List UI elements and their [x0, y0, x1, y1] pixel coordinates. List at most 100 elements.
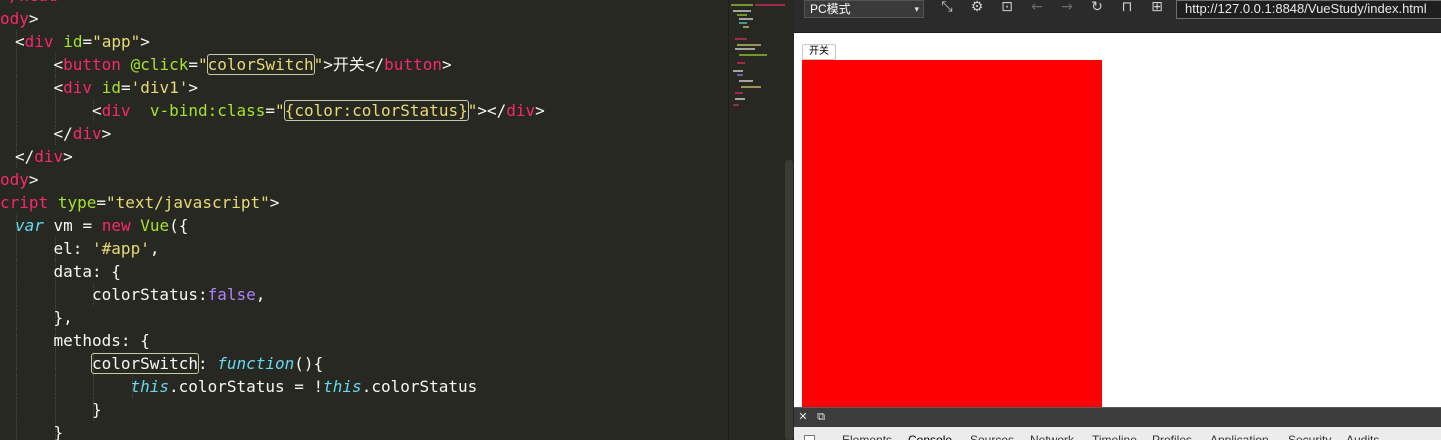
code-line[interactable]: ody>	[0, 168, 545, 191]
minimap-line	[733, 70, 743, 72]
code-line[interactable]: data: {	[0, 260, 545, 283]
code-token: }	[53, 423, 64, 440]
devtools-tab-sources[interactable]: Sources	[970, 433, 1014, 440]
code-line-text: cript type="text/javascript">	[0, 193, 279, 212]
code-line[interactable]: <div v-bind:class="{color:colorStatus}">…	[0, 99, 545, 122]
code-token: id	[101, 78, 121, 97]
code-line-text: methods: {	[54, 331, 150, 350]
devtools-tab-security[interactable]: Security	[1288, 433, 1331, 440]
minimap-line	[735, 92, 743, 94]
code-line[interactable]: ody>	[0, 7, 545, 30]
minimap-line	[741, 86, 761, 88]
code-line-text: this.colorStatus = !this.colorStatus	[131, 377, 478, 396]
minimap-line	[743, 26, 749, 28]
indent-guide	[16, 352, 17, 375]
inspect-checkbox[interactable]	[804, 435, 815, 440]
code-token: ody	[0, 170, 29, 189]
code-line[interactable]: </head>	[0, 0, 545, 7]
code-line[interactable]: <div id="app">	[0, 30, 545, 53]
page-viewport: 开关	[794, 33, 1441, 407]
indent-guide	[54, 375, 56, 398]
code-token: Vue	[140, 216, 170, 235]
code-token: colorStatus:	[92, 285, 208, 304]
code-line[interactable]: methods: {	[0, 329, 545, 352]
code-line[interactable]: colorSwitch: function(){	[0, 352, 545, 375]
code-token: el:	[53, 239, 93, 258]
code-token: head	[19, 0, 58, 5]
code-token: (){	[294, 354, 324, 373]
indent-guide	[16, 283, 17, 306]
code-token: colorSwitch	[206, 54, 315, 75]
devtools-tab-network[interactable]: Network	[1030, 433, 1074, 440]
minimap-line	[735, 98, 745, 100]
devtools-tab-elements[interactable]: Elements	[842, 433, 892, 440]
mode-select-label: PC模式	[810, 2, 851, 16]
close-icon[interactable]: ✕	[797, 411, 809, 423]
code-token: },	[53, 308, 73, 327]
code-line[interactable]: <div id='div1'>	[0, 76, 545, 99]
url-bar[interactable]: http://127.0.0.1:8848/VueStudy/index.htm…	[1176, 0, 1441, 19]
code-token: :	[197, 354, 218, 373]
editor-scrollbar[interactable]	[785, 160, 793, 440]
code-line[interactable]: </div>	[0, 145, 545, 168]
code-token: '#app'	[92, 239, 150, 258]
qrcode-icon[interactable]: ⊞	[1148, 0, 1166, 18]
code-token: ody	[0, 9, 29, 28]
forward-icon[interactable]: →	[1058, 0, 1076, 18]
code-line[interactable]: <button @click="colorSwitch">开关</button>	[0, 53, 545, 76]
devtools-tab-audits[interactable]: Audits	[1346, 433, 1379, 440]
code-editor[interactable]: </head>ody><div id="app"><button @click=…	[0, 0, 728, 440]
code-token: .colorStatus = !	[169, 377, 324, 396]
resize-icon[interactable]: ⤡	[938, 0, 956, 18]
code-line[interactable]: el: '#app',	[0, 237, 545, 260]
switch-button[interactable]: 开关	[802, 44, 836, 60]
code-area[interactable]: </head>ody><div id="app"><button @click=…	[0, 0, 545, 440]
indent-guide	[16, 306, 17, 329]
code-line[interactable]: var vm = new Vue({	[0, 214, 545, 237]
code-token: >	[441, 55, 452, 74]
code-line[interactable]: cript type="text/javascript">	[0, 191, 545, 214]
reload-icon[interactable]: ↻	[1088, 0, 1106, 18]
code-token: >	[269, 193, 280, 212]
code-line[interactable]: </div>	[0, 122, 545, 145]
devtools-tab-console[interactable]: Console	[908, 433, 952, 440]
minimap[interactable]	[728, 0, 794, 440]
code-token: <	[53, 78, 64, 97]
code-line-text: }	[92, 400, 102, 419]
code-line-text: },	[54, 308, 73, 327]
code-line[interactable]: }	[0, 398, 545, 421]
code-token: >	[28, 170, 39, 189]
indent-guide	[54, 352, 56, 375]
code-token: div	[34, 147, 64, 166]
code-token: ({	[169, 216, 189, 235]
color-box	[802, 60, 1102, 407]
code-line-text: <div v-bind:class="{color:colorStatus}">…	[92, 100, 545, 121]
back-icon[interactable]: ←	[1028, 0, 1046, 18]
indent-guide	[54, 283, 56, 306]
code-token: div	[101, 101, 131, 120]
browser-toolbar: PC模式 ▾ ⤡ ⚙ ⊡ ← → ↻ ⊓ ⊞ http://127.0.0.1:…	[794, 0, 1441, 33]
code-token: function	[217, 354, 295, 373]
code-line[interactable]: colorStatus:false,	[0, 283, 545, 306]
code-token: div	[506, 101, 536, 120]
minimap-line	[739, 22, 747, 24]
code-line[interactable]: }	[0, 421, 545, 440]
code-token: false	[207, 285, 256, 304]
lock-icon[interactable]: ⊓	[1118, 0, 1136, 18]
code-token: vm =	[43, 216, 102, 235]
console-icon[interactable]: ⊡	[998, 0, 1016, 18]
devtools-tab-application[interactable]: Application	[1210, 433, 1269, 440]
devtools-tab-timeline[interactable]: Timeline	[1092, 433, 1137, 440]
devtools-tab-profiles[interactable]: Profiles	[1152, 433, 1192, 440]
code-token: </	[15, 147, 35, 166]
code-token: =	[82, 32, 93, 51]
undock-icon[interactable]: ⧉	[815, 411, 827, 423]
code-line[interactable]: this.colorStatus = !this.colorStatus	[0, 375, 545, 398]
settings-icon[interactable]: ⚙	[968, 0, 986, 18]
code-token: =	[188, 55, 199, 74]
minimap-line	[739, 18, 753, 20]
code-line[interactable]: },	[0, 306, 545, 329]
mode-select[interactable]: PC模式 ▾	[804, 0, 924, 18]
code-line-text: }	[54, 423, 64, 440]
